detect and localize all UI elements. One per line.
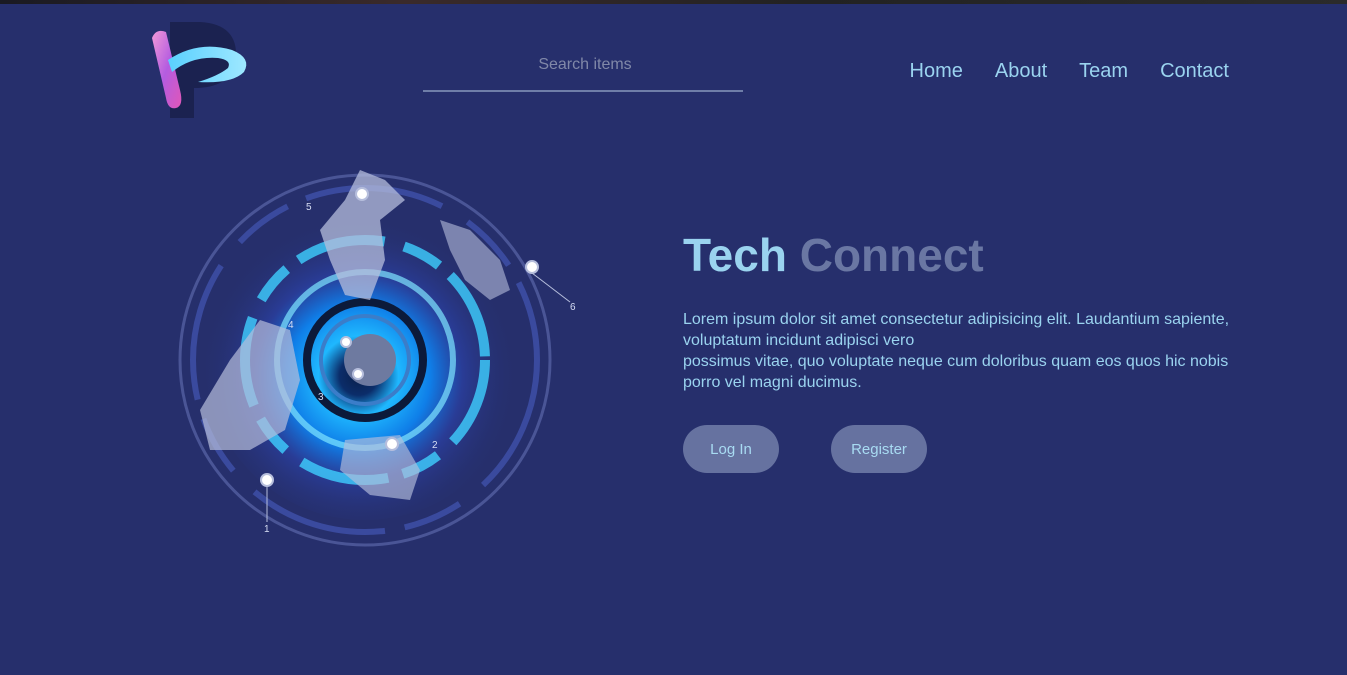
hero-buttons: Log In Register [683, 425, 1243, 473]
map-pin [525, 260, 539, 274]
nav-about[interactable]: About [995, 60, 1047, 83]
logo[interactable] [148, 20, 252, 120]
search-bar [423, 48, 747, 92]
marker-label: 4 [288, 320, 294, 331]
map-pin [340, 336, 352, 348]
map-pin [260, 473, 274, 487]
title-word-connect: Connect [799, 229, 984, 281]
title-word-tech: Tech [683, 229, 787, 281]
globe-illustration: 1 2 3 4 5 6 [170, 150, 590, 550]
login-button[interactable]: Log In [683, 425, 779, 473]
nav-home[interactable]: Home [910, 60, 963, 83]
hero-section: Tech Connect Lorem ipsum dolor sit amet … [683, 225, 1243, 473]
hero-description: Lorem ipsum dolor sit amet consectetur a… [683, 309, 1243, 393]
logo-mark [152, 22, 247, 118]
main-nav: Home About Team Contact [910, 60, 1229, 83]
nav-contact[interactable]: Contact [1160, 60, 1229, 83]
description-line: possimus vitae, quo voluptate neque cum … [683, 353, 1229, 391]
globe-graphic: 1 2 3 4 5 6 [178, 170, 576, 547]
map-pin [385, 437, 399, 451]
search-input[interactable] [423, 48, 747, 82]
nav-team[interactable]: Team [1079, 60, 1128, 83]
description-line: Lorem ipsum dolor sit amet consectetur a… [683, 311, 1230, 349]
register-button[interactable]: Register [831, 425, 927, 473]
marker-label: 1 [264, 524, 270, 535]
top-strip [0, 0, 1347, 4]
marker-label: 3 [318, 392, 324, 403]
map-pin [352, 368, 364, 380]
marker-label: 6 [570, 302, 576, 313]
map-pin [355, 187, 369, 201]
marker-label: 2 [432, 440, 438, 451]
page-title: Tech Connect [683, 225, 1243, 285]
marker-label: 5 [306, 202, 312, 213]
